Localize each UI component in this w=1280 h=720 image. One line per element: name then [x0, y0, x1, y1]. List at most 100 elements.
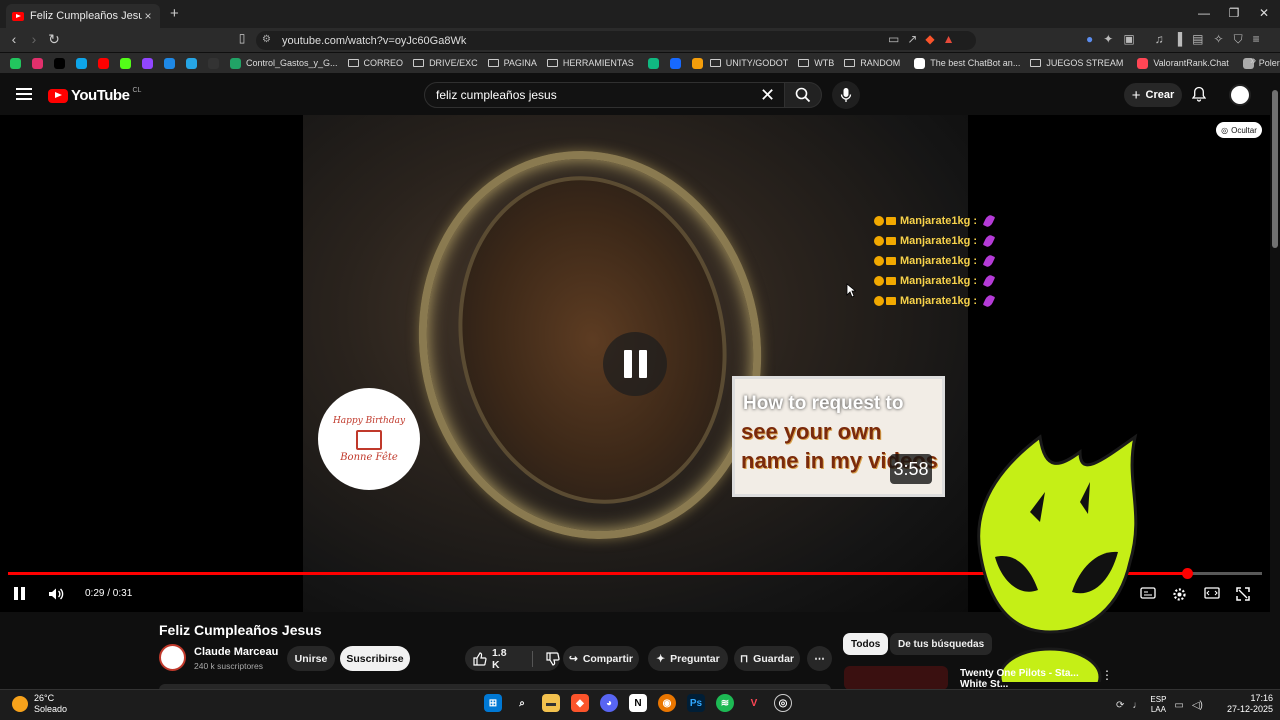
bookmark-item[interactable]: HERRAMIENTAS	[546, 58, 634, 68]
bookmark-item[interactable]: Polera manga corta...	[1239, 57, 1280, 69]
scrollbar-thumb[interactable]	[1272, 90, 1278, 248]
puzzle-icon[interactable]: ✦	[1103, 32, 1113, 47]
volume-tray-icon[interactable]: ◁)	[1192, 700, 1203, 711]
thumbs-down-icon[interactable]	[546, 651, 560, 666]
cast-icon[interactable]: ▭	[888, 32, 899, 46]
bookmark-item[interactable]	[6, 57, 26, 69]
extension-icon[interactable]: ●	[1086, 32, 1093, 47]
tab-close-icon[interactable]: ×	[142, 9, 154, 23]
share-button[interactable]: ↪ Compartir	[563, 646, 639, 671]
bookmark-item[interactable]: Control_Gastos_y_G...	[226, 57, 338, 69]
sync-icon[interactable]: ⟳	[1116, 700, 1124, 711]
recommendation-more-icon[interactable]: ⋮	[1101, 668, 1113, 682]
windows-start-icon[interactable]: ⊞	[484, 694, 502, 712]
channel-watermark[interactable]: Happy Birthday Bonne Fête	[318, 388, 420, 490]
bookmark-item[interactable]	[666, 57, 686, 69]
file-explorer-icon[interactable]: ▬	[542, 694, 560, 712]
reload-icon[interactable]: ↻	[46, 31, 62, 48]
media-icon[interactable]: ♫	[1155, 32, 1164, 47]
ask-button[interactable]: ✦ Preguntar	[648, 646, 728, 671]
bookmark-item[interactable]	[160, 57, 180, 69]
bookmark-item[interactable]: JUEGOS STREAM	[1030, 58, 1123, 68]
search-button[interactable]	[784, 82, 822, 108]
url-bar[interactable]: youtube.com/watch?v=oyJc60Ga8Wk	[256, 31, 976, 50]
close-window-button[interactable]: ✕	[1256, 6, 1272, 20]
steam-icon[interactable]: ◎	[774, 694, 792, 712]
notifications-bell-icon[interactable]	[1191, 86, 1207, 105]
maximize-button[interactable]: ❐	[1226, 6, 1242, 20]
photoshop-icon[interactable]: Ps	[687, 694, 705, 712]
join-button[interactable]: Unirse	[287, 646, 335, 671]
create-button[interactable]: + Crear	[1124, 83, 1182, 107]
subscribe-button[interactable]: Suscribirse	[340, 646, 410, 671]
bookmark-item[interactable]: CORREO	[347, 58, 403, 68]
search-taskbar-icon[interactable]: ⌕	[513, 694, 531, 712]
blender-icon[interactable]: ◉	[658, 694, 676, 712]
discord-icon[interactable]: ◕	[600, 694, 618, 712]
share-icon[interactable]: ↗	[907, 32, 917, 46]
subtitles-icon[interactable]	[1140, 587, 1156, 601]
channel-avatar[interactable]	[159, 644, 186, 671]
bookmark-item[interactable]	[644, 57, 664, 69]
recommendation-title[interactable]: Twenty One Pilots - Sta... White St...	[960, 668, 1079, 690]
search-input[interactable]: feliz cumpleaños jesus	[424, 82, 786, 108]
site-info-icon[interactable]: ⚙	[262, 34, 271, 45]
bookmark-item[interactable]: PAGINA	[487, 58, 537, 68]
sidebar-icon[interactable]: ▐	[1174, 32, 1183, 47]
chip-from-searches[interactable]: De tus búsquedas	[890, 633, 993, 655]
bookmark-item[interactable]	[138, 57, 158, 69]
theater-mode-icon[interactable]	[1204, 587, 1220, 601]
brave-browser-icon[interactable]: ◆	[571, 694, 589, 712]
brave-shield-icon[interactable]: ◆	[925, 32, 934, 46]
pause-button[interactable]	[14, 587, 25, 600]
center-pause-button[interactable]	[603, 332, 667, 396]
more-actions-icon[interactable]: ⋯	[807, 646, 832, 671]
bookmark-item[interactable]	[72, 57, 92, 69]
spotify-icon[interactable]: ≋	[716, 694, 734, 712]
microphone-tray-icon[interactable]: ♩	[1132, 700, 1142, 711]
channel-name[interactable]: Claude Marceau	[194, 646, 278, 658]
bookmark-item[interactable]: WTB	[798, 58, 834, 68]
bookmark-item[interactable]: The best ChatBot an...	[910, 57, 1020, 69]
wallet-icon[interactable]: ▤	[1192, 32, 1203, 47]
back-icon[interactable]: ‹	[6, 31, 22, 47]
fullscreen-icon[interactable]	[1236, 587, 1252, 601]
bookmark-item[interactable]: RANDOM	[844, 58, 900, 68]
bookmark-item[interactable]	[688, 57, 708, 69]
bookmark-item[interactable]	[94, 57, 114, 69]
language-indicator[interactable]: ESP LAA	[1150, 695, 1166, 715]
voice-search-button[interactable]	[832, 81, 860, 109]
save-button[interactable]: ⊓ Guardar	[734, 646, 800, 671]
browser-tab[interactable]: Feliz Cumpleaños Jesus - You ×	[6, 4, 160, 28]
minimize-button[interactable]: —	[1196, 6, 1212, 20]
bookmark-item[interactable]	[182, 57, 202, 69]
chip-all[interactable]: Todos	[843, 633, 889, 655]
settings-gear-icon[interactable]	[1172, 587, 1188, 601]
forward-icon[interactable]: ›	[26, 31, 42, 47]
leo-icon[interactable]: ✧	[1214, 32, 1224, 47]
volume-icon[interactable]	[48, 587, 64, 606]
bookmark-item[interactable]	[204, 57, 224, 69]
new-tab-button[interactable]: +	[170, 5, 179, 22]
bookmark-item[interactable]	[28, 57, 48, 69]
bookmark-item[interactable]: UNITY/GODOT	[709, 58, 788, 68]
bookmark-icon[interactable]: ▯	[234, 31, 250, 45]
network-icon[interactable]: ▭	[1174, 700, 1183, 711]
menu-burger-icon[interactable]	[16, 88, 32, 100]
like-button[interactable]: 1.8 K	[465, 646, 560, 671]
weather-widget[interactable]: 26°C Soleado	[12, 693, 67, 715]
clear-search-icon[interactable]: ✕	[760, 85, 775, 106]
user-avatar[interactable]	[1229, 84, 1251, 106]
bookmark-item[interactable]: DRIVE/EXC	[413, 58, 478, 68]
progress-scrubber[interactable]	[1181, 568, 1193, 579]
notion-icon[interactable]: N	[629, 694, 647, 712]
valorant-icon[interactable]: V	[745, 694, 763, 712]
youtube-logo[interactable]: YouTube CL	[48, 87, 141, 104]
bookmark-item[interactable]	[116, 57, 136, 69]
bookmark-item[interactable]	[50, 57, 70, 69]
brave-rewards-icon[interactable]: ▲	[943, 32, 955, 46]
reader-icon[interactable]: ▣	[1123, 32, 1134, 47]
vpn-icon[interactable]: ⛉	[1234, 32, 1243, 47]
recommendation-thumbnail[interactable]	[844, 666, 948, 690]
hide-overlay-button[interactable]: ◎ Ocultar	[1216, 122, 1262, 138]
